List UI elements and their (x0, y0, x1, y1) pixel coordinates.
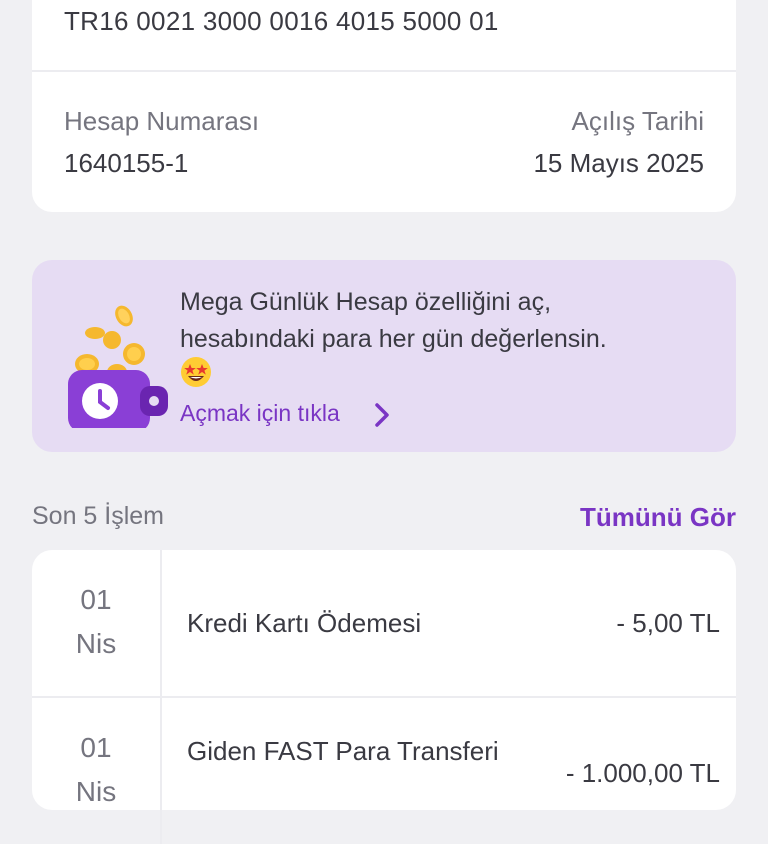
promo-line-2: hesabındaki para her gün değerlensin. (180, 325, 607, 353)
promo-banner[interactable]: Mega Günlük Hesap özelliğini aç, hesabın… (32, 260, 736, 452)
transaction-description: Kredi Kartı Ödemesi (187, 608, 422, 638)
copy-icon[interactable] (682, 0, 712, 12)
transaction-description: Giden FAST Para Transferi (187, 736, 499, 766)
divider (32, 70, 736, 72)
promo-text: Mega Günlük Hesap özelliğini aç, hesabın… (180, 284, 720, 358)
promo-link[interactable]: Açmak için tıkla (180, 400, 340, 427)
see-all-link[interactable]: Tümünü Gör (580, 502, 736, 533)
transaction-date: 01 Nis (32, 698, 162, 844)
iban-text: TR16 0021 3000 0016 4015 5000 01 (64, 6, 499, 36)
last-transactions-title: Son 5 İşlem (32, 502, 165, 530)
transaction-row[interactable]: 01 Nis Kredi Kartı Ödemesi - 5,00 TL (32, 550, 736, 696)
transaction-day: 01 (80, 732, 112, 763)
transaction-date: 01 Nis (32, 550, 162, 696)
transaction-row[interactable]: 01 Nis Giden FAST Para Transferi - 1.000… (32, 696, 736, 844)
transaction-amount: - 5,00 TL (616, 608, 720, 638)
transaction-amount: - 1.000,00 TL (565, 758, 720, 788)
transaction-month: Nis (75, 628, 117, 659)
transaction-day: 01 (80, 584, 112, 615)
promo-line-1: Mega Günlük Hesap özelliğini aç, (180, 288, 552, 316)
wallet-coins-illustration (68, 305, 168, 428)
chevron-right-icon[interactable] (372, 401, 392, 429)
transaction-month: Nis (75, 776, 117, 807)
account-card: TR16 0021 3000 0016 4015 5000 01 Hesap N… (32, 0, 736, 212)
star-struck-emoji (181, 357, 211, 387)
transactions-card: 01 Nis Kredi Kartı Ödemesi - 5,00 TL 01 … (32, 550, 736, 844)
account-number-label: Hesap Numarası (64, 106, 260, 136)
opening-date-label: Açılış Tarihi (571, 106, 704, 136)
opening-date-value: 15 Mayıs 2025 (533, 148, 704, 178)
account-number-value: 1640155-1 (64, 148, 189, 178)
